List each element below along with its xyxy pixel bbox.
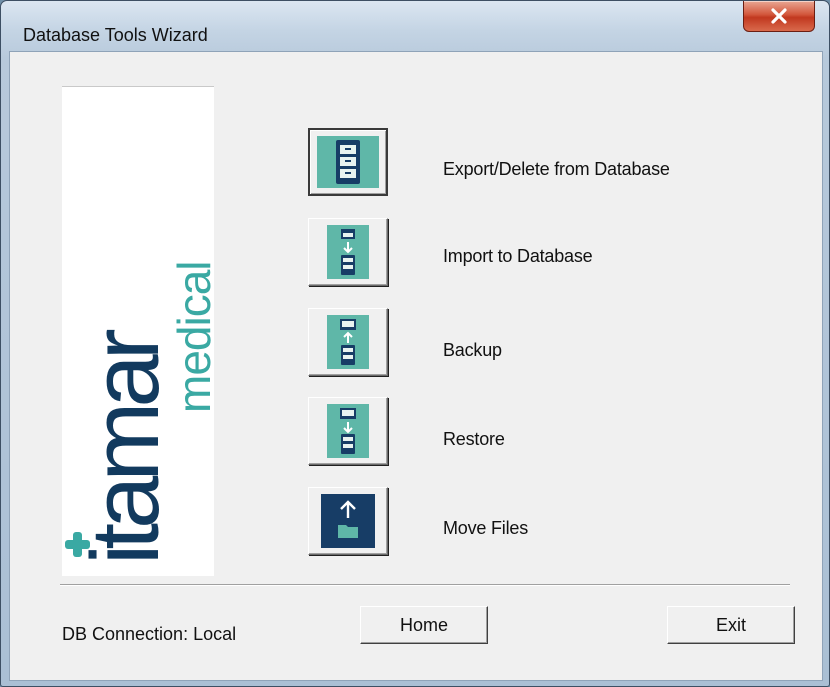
database-cabinet-icon xyxy=(317,136,379,188)
itamar-medical-logo: itamar medical xyxy=(62,86,220,576)
export-delete-label: Export/Delete from Database xyxy=(443,159,670,179)
window-title: Database Tools Wizard xyxy=(23,25,208,45)
move-files-button[interactable] xyxy=(308,487,388,555)
close-button[interactable] xyxy=(743,1,815,32)
exit-button[interactable]: Exit xyxy=(667,606,795,644)
home-button[interactable]: Home xyxy=(360,606,488,644)
backup-label: Backup xyxy=(443,340,502,360)
logo-brand-main: itamar xyxy=(72,329,179,565)
db-connection-status: DB Connection: Local xyxy=(62,624,237,644)
move-files-icon xyxy=(321,494,375,548)
footer-divider xyxy=(60,584,790,586)
import-to-database-label: Import to Database xyxy=(443,246,593,266)
logo-graphic: itamar medical xyxy=(65,261,220,565)
move-files-label: Move Files xyxy=(443,518,529,538)
restore-label: Restore xyxy=(443,429,505,449)
import-to-database-icon xyxy=(327,225,369,279)
backup-button[interactable] xyxy=(308,308,388,376)
export-delete-button[interactable] xyxy=(308,128,388,196)
import-to-database-button[interactable] xyxy=(308,218,388,286)
dialog-window: Database Tools Wizard itamar medical Exp… xyxy=(0,0,830,687)
restore-button[interactable] xyxy=(308,397,388,465)
dialog-client-area: itamar medical Export/Delete from Databa… xyxy=(9,51,823,681)
restore-icon xyxy=(327,404,369,458)
title-bar[interactable]: Database Tools Wizard xyxy=(1,1,829,51)
backup-icon xyxy=(327,315,369,369)
logo-brand-sub: medical xyxy=(168,261,214,413)
close-icon xyxy=(771,8,787,24)
